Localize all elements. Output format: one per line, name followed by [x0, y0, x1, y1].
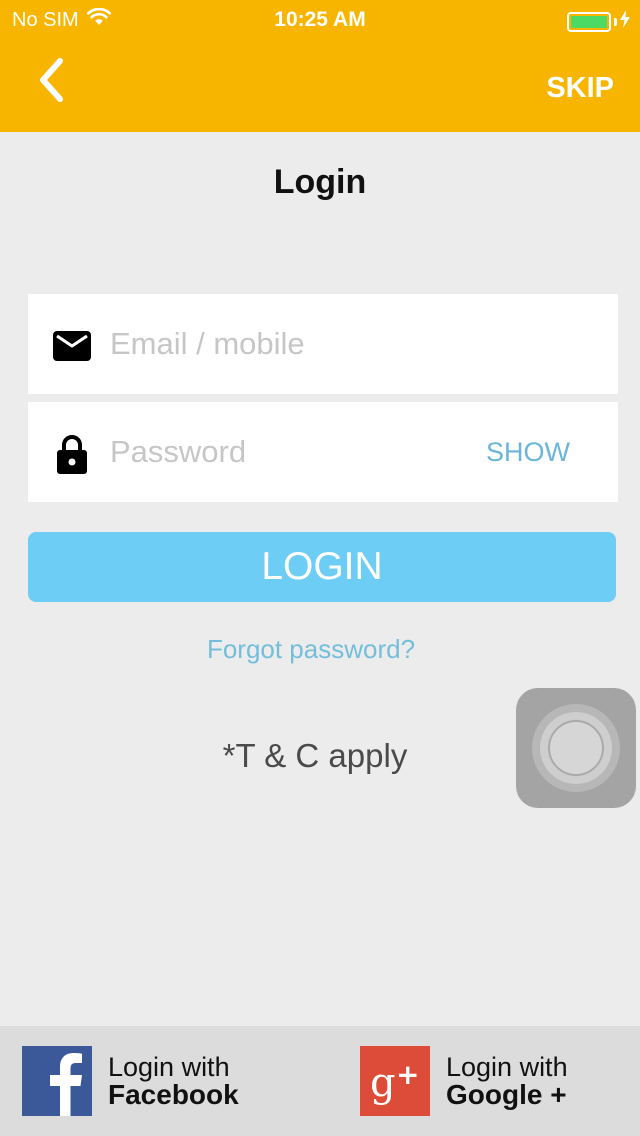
facebook-login-button[interactable]: Login with Facebook — [22, 1046, 239, 1116]
chevron-left-icon — [37, 57, 65, 108]
charging-icon — [620, 10, 630, 34]
battery-icon — [567, 12, 611, 32]
show-password-button[interactable]: SHOW — [486, 437, 570, 468]
back-button[interactable] — [26, 54, 76, 110]
google-plus-icon: g + — [360, 1046, 430, 1116]
social-login-footer: Login with Facebook g + Login with Googl… — [0, 1026, 640, 1136]
email-input[interactable] — [110, 314, 470, 374]
google-login-line1: Login with — [446, 1052, 568, 1082]
lock-icon — [52, 434, 92, 474]
login-button[interactable]: LOGIN — [28, 532, 616, 602]
facebook-login-line1: Login with — [108, 1052, 230, 1082]
status-bar: No SIM 10:25 AM — [0, 0, 640, 40]
password-input[interactable] — [110, 422, 470, 482]
page-title: Login — [273, 163, 367, 201]
skip-button[interactable]: SKIP — [546, 72, 614, 105]
svg-text:+: + — [396, 1058, 419, 1091]
email-field-container — [28, 294, 618, 394]
svg-text:g: g — [370, 1060, 396, 1106]
google-login-button[interactable]: g + Login with Google + — [360, 1046, 568, 1116]
mail-icon — [52, 326, 92, 366]
battery-indicator — [567, 10, 630, 34]
battery-level — [571, 16, 607, 28]
navigation-bar: SKIP — [0, 40, 640, 132]
facebook-login-line2: Facebook — [108, 1079, 239, 1110]
google-login-line2: Google + — [446, 1079, 567, 1110]
assistive-touch-button[interactable] — [516, 688, 636, 808]
facebook-icon — [22, 1046, 92, 1116]
assistive-touch-icon — [548, 720, 604, 776]
password-field-container: SHOW — [28, 402, 618, 502]
clock: 10:25 AM — [274, 8, 366, 31]
forgot-password-link[interactable]: Forgot password? — [0, 634, 622, 665]
